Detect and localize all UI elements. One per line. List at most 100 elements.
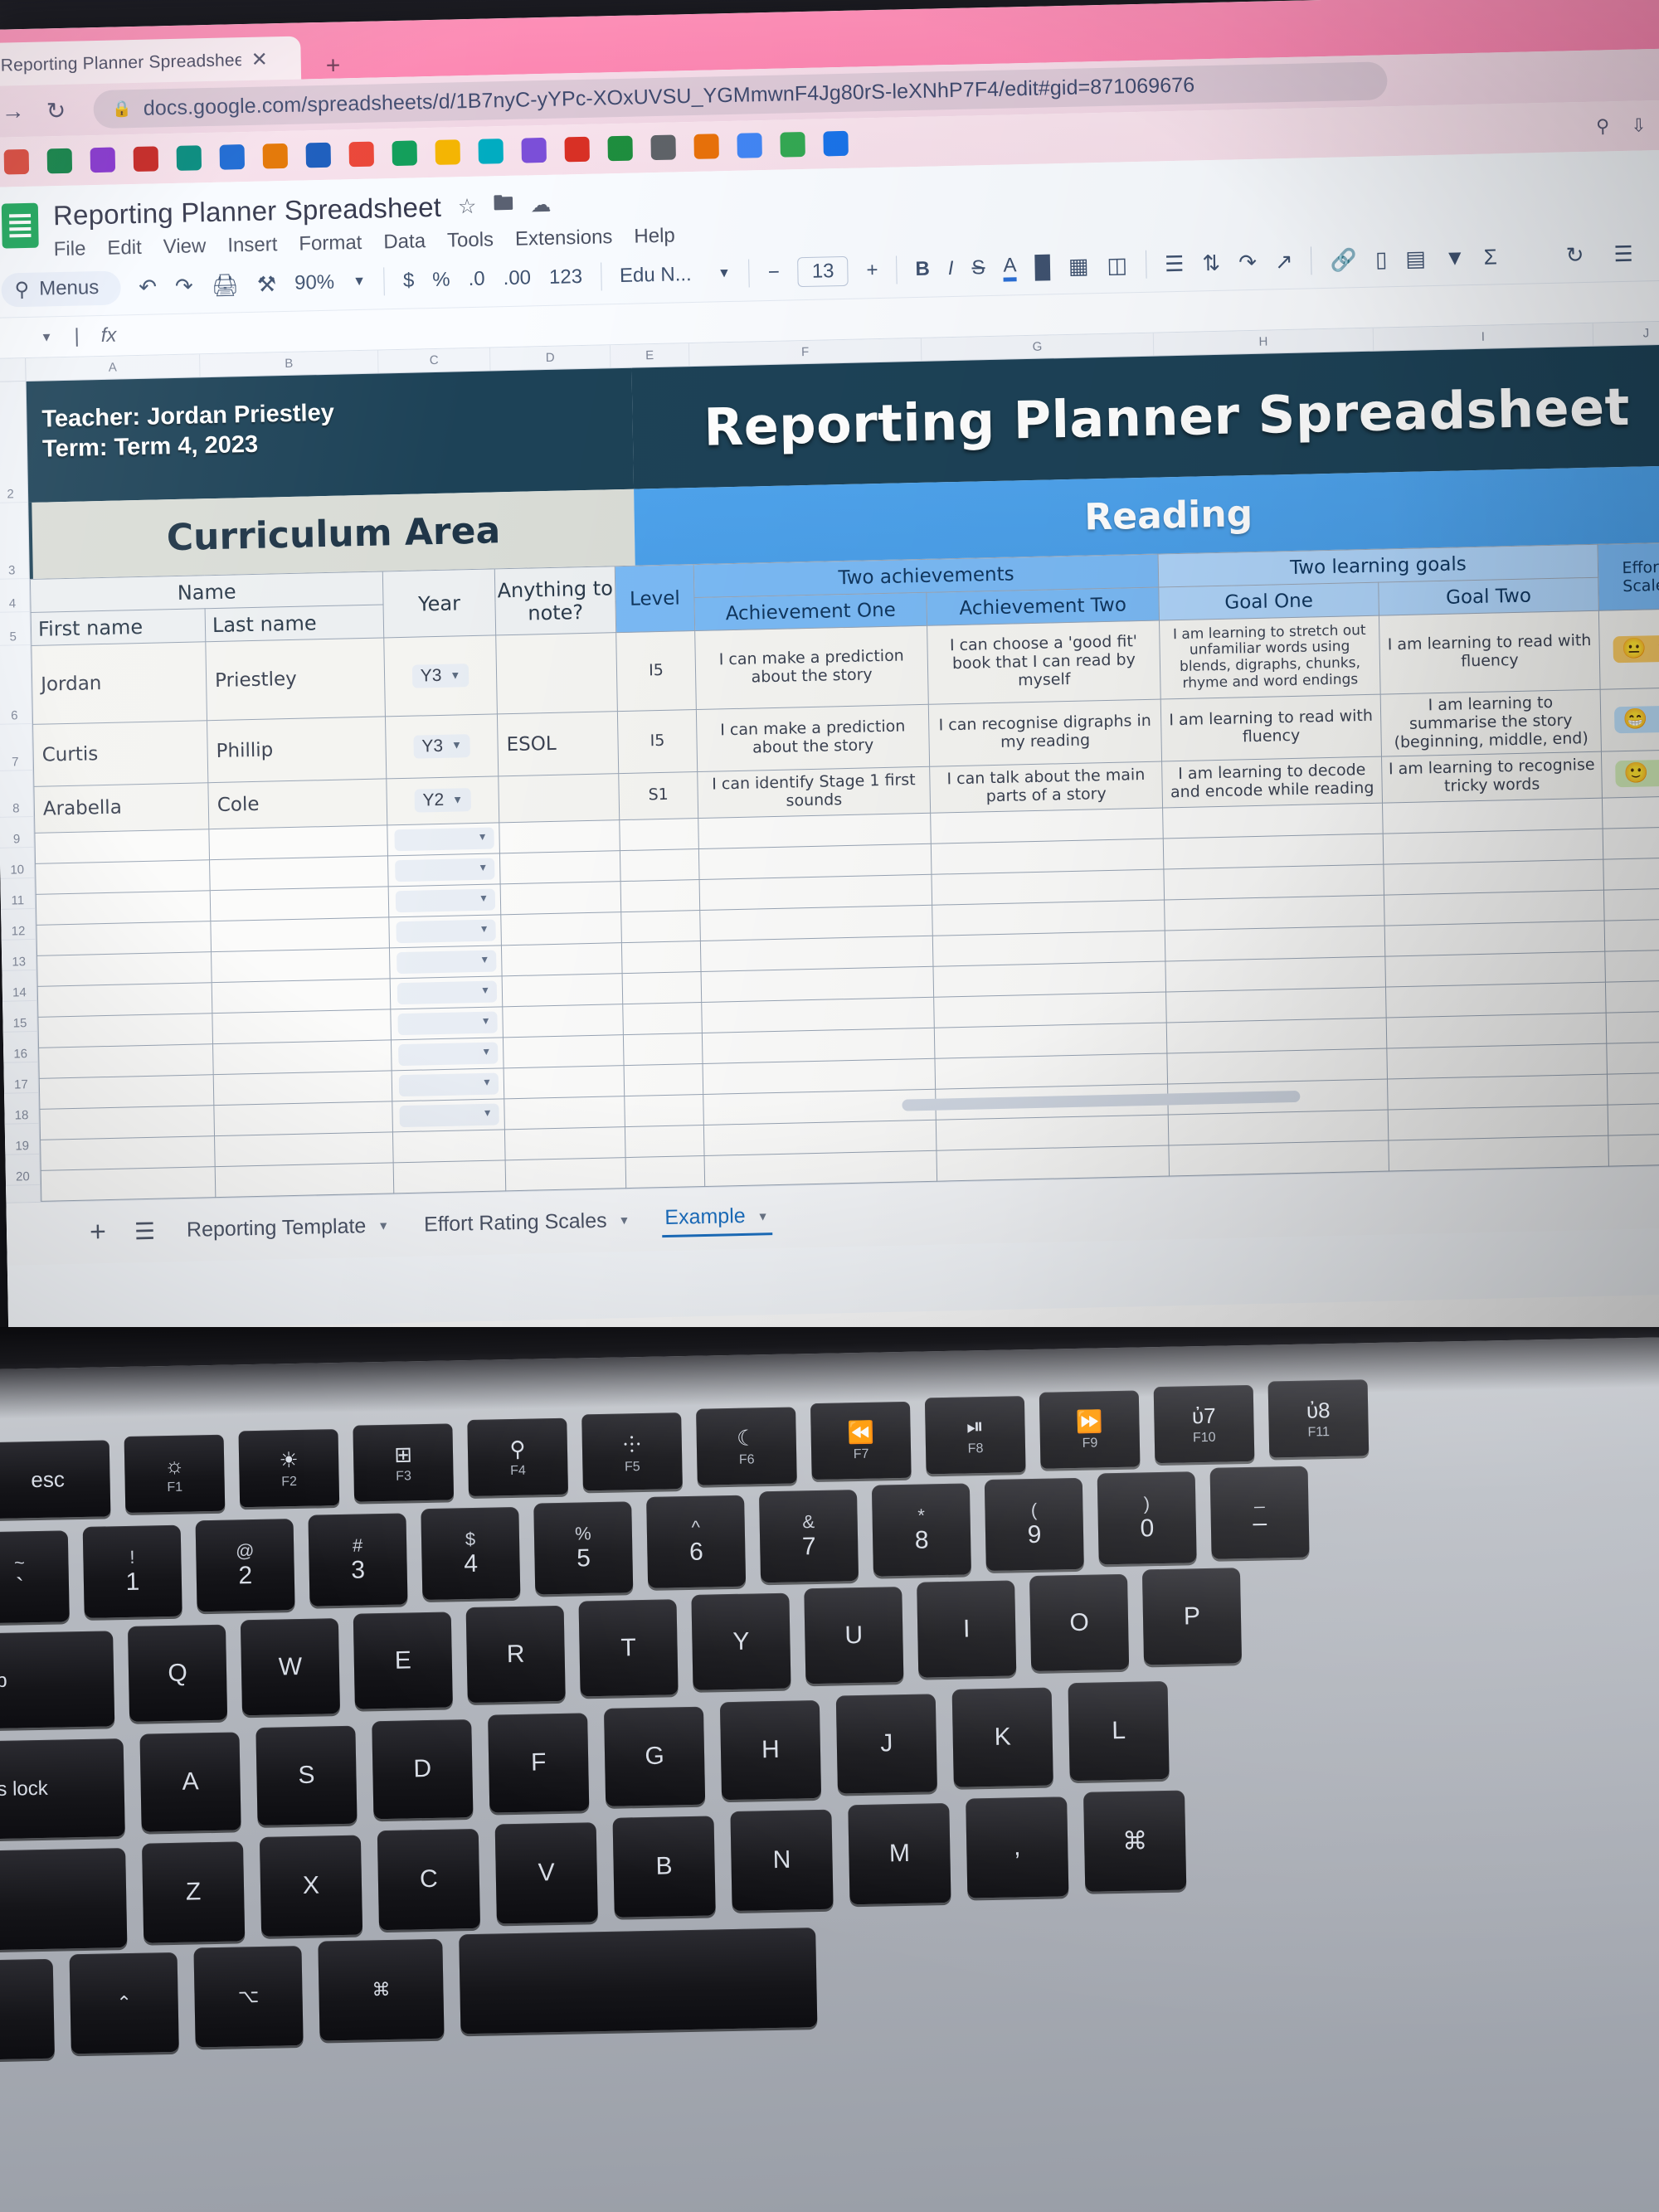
key-o[interactable]: O [1029,1573,1130,1672]
menu-format[interactable]: Format [299,231,362,256]
arrow-right-icon[interactable]: → [1,98,25,125]
cell-goal-two[interactable] [1388,1104,1608,1140]
key-c[interactable]: C [377,1828,481,1931]
cell-year[interactable] [391,1037,504,1071]
bookmark-item-18[interactable] [46,148,73,174]
cell-goal-one[interactable] [1165,986,1387,1023]
borders-icon[interactable]: ▦ [1068,253,1089,280]
key-7[interactable]: & 7 [758,1489,859,1582]
key-q[interactable]: Q [127,1624,228,1722]
cell-achievement-one[interactable] [703,1057,936,1095]
cell-last-name[interactable] [212,1009,392,1044]
cell-last-name[interactable] [210,886,389,921]
key-f10[interactable]: ὐ7 F10 [1153,1384,1255,1464]
cell-note[interactable] [498,773,620,823]
cell-achievement-two[interactable] [931,868,1165,905]
menu-help[interactable]: Help [634,224,675,248]
chevron-down-icon[interactable]: ▼ [377,1219,389,1232]
cell-goal-one[interactable]: I am learning to decode and encode while… [1161,756,1383,808]
key-k[interactable]: K [951,1687,1053,1787]
cell-achievement-one[interactable] [700,935,933,972]
cell-achievement-one[interactable] [703,1119,937,1156]
key-b[interactable]: B [612,1816,716,1918]
undo-icon[interactable]: ↶ [139,274,157,299]
version-history-icon[interactable]: ↻ [1565,242,1584,268]
cell-first-name[interactable] [40,1135,216,1170]
cell-effort-scale[interactable] [1605,980,1659,1013]
key-4[interactable]: $4 [421,1506,521,1601]
cell-first-name[interactable] [39,1074,214,1109]
row-header-5[interactable]: 5 [0,611,31,646]
cell-effort-scale[interactable] [1602,795,1659,829]
bookmark-item-6[interactable] [564,136,590,163]
cell-goal-one[interactable] [1163,833,1384,869]
key-caps-lock[interactable]: caps lock [0,1738,125,1840]
cell-note[interactable] [503,1034,625,1068]
cell-first-name[interactable] [35,859,211,894]
bookmark-item-15[interactable] [176,145,202,171]
key-t[interactable]: T [578,1599,679,1697]
key-f3[interactable]: ⊞ F3 [353,1423,455,1502]
cell-first-name[interactable] [36,890,211,925]
cell-year[interactable] [390,1006,504,1040]
key-2[interactable]: @2 [195,1519,295,1612]
key-f[interactable]: F [488,1713,590,1813]
cell-first-name[interactable] [37,1013,213,1048]
cell-achievement-two[interactable] [933,991,1167,1028]
key-bottom-1[interactable]: ⌃ [69,1952,179,2054]
cell-goal-two[interactable]: I am learning to read with fluency [1379,610,1601,695]
bookmark-item-11[interactable] [348,141,375,168]
cell-note[interactable] [495,632,618,714]
row-header-17[interactable]: 17 [3,1062,39,1094]
chevron-down-icon[interactable]: ▼ [450,668,460,682]
cell-goal-two[interactable]: I am learning to summarise the story (be… [1380,689,1602,756]
row-header-9[interactable]: 9 [0,816,34,848]
search-menus-button[interactable]: ⚲ Menus [1,270,121,308]
insert-comment-icon[interactable]: ▯ [1375,246,1388,272]
cell-achievement-one[interactable] [703,1088,937,1125]
sheet-tab-effort-rating-scales[interactable]: Effort Rating Scales ▼ [421,1203,634,1242]
key-w[interactable]: W [240,1618,341,1716]
chevron-down-icon[interactable]: ▼ [618,1213,630,1227]
key-bottom-2[interactable]: ⌥ [193,1945,304,2048]
bold-button[interactable]: B [915,258,930,281]
cell-goal-two[interactable] [1386,1043,1608,1079]
cell-effort-scale[interactable] [1606,1010,1659,1043]
cell-effort-scale[interactable] [1604,949,1659,982]
key-f11[interactable]: ὐ8 F11 [1267,1379,1370,1458]
share-icon[interactable]: ⇩ [1631,114,1647,136]
chevron-down-icon[interactable]: ▼ [718,266,731,281]
cell-note[interactable] [499,819,620,853]
cell-note[interactable] [504,1096,625,1130]
key-8[interactable]: * 8 [871,1483,971,1577]
cell-last-name[interactable] [208,824,388,860]
font-size-input[interactable]: 13 [797,255,849,288]
cell-year[interactable]: Y3 ▼ [383,634,498,717]
cell-first-name[interactable] [36,951,212,986]
decrease-decimal-button[interactable]: .0 [468,268,485,291]
cell-effort-scale[interactable]: 😐 ▼ [1598,608,1659,690]
menu-data[interactable]: Data [383,230,426,254]
chevron-down-icon[interactable] [397,980,498,1004]
cell-year[interactable] [387,822,500,856]
chevron-down-icon[interactable] [396,919,496,943]
cell-goal-two[interactable]: I am learning to recognise tricky words [1381,751,1603,803]
cell-level[interactable] [625,1125,705,1158]
cell-year[interactable]: Y3 ▼ [385,713,499,779]
cell-first-name[interactable]: Jordan [31,641,207,725]
key-f5[interactable]: ⸭ F5 [581,1412,683,1491]
chevron-down-icon[interactable] [397,950,497,974]
bookmark-item-14[interactable] [219,144,246,170]
bookmark-item-2[interactable] [737,133,762,158]
cell-goal-two[interactable] [1385,981,1607,1018]
vertical-align-icon[interactable]: ⇅ [1202,250,1220,275]
bookmark-item-12[interactable] [305,142,332,168]
cell-achievement-two[interactable] [936,1145,1170,1181]
cell-note[interactable] [505,1157,626,1191]
merge-cells-icon[interactable]: ◫ [1107,252,1127,279]
menu-tools[interactable]: Tools [447,228,494,252]
cell-achievement-two[interactable] [936,1114,1169,1150]
cell-achievement-two[interactable]: I can recognise digraphs in my reading [928,699,1162,766]
key-g[interactable]: G [603,1706,706,1806]
font-name-select[interactable]: Edu N... [620,263,699,288]
